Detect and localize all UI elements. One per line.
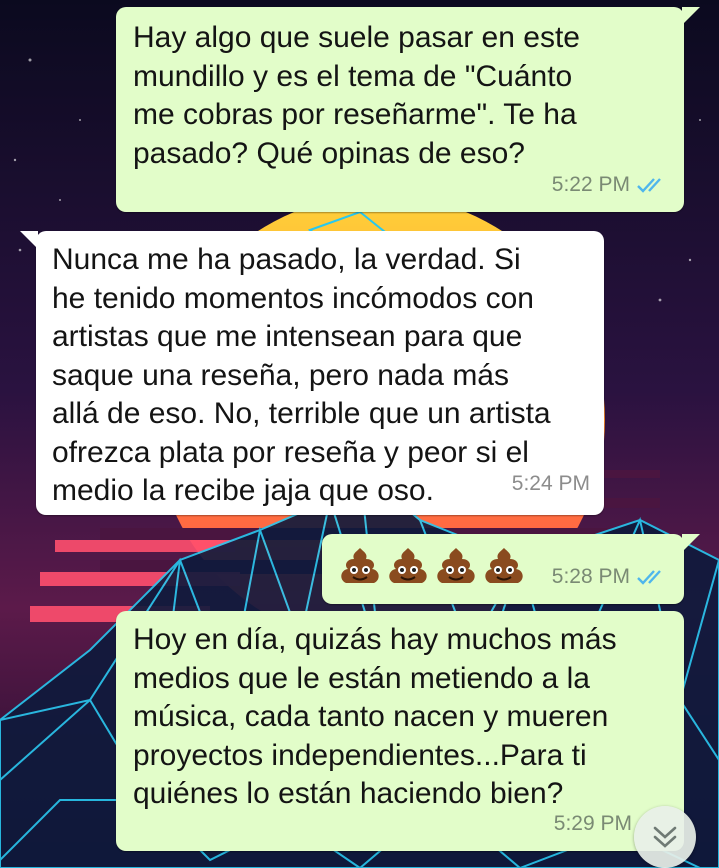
message-meta: 5:29 PM <box>554 805 632 844</box>
message-time: 5:24 PM <box>511 471 590 495</box>
pile-of-poo-emoji <box>341 548 379 583</box>
message-text: Hoy en día, quizás hay muchos más medios… <box>133 623 617 810</box>
pile-of-poo-emoji <box>485 548 523 583</box>
bubble-tail <box>682 534 700 552</box>
bubble-tail <box>682 7 700 25</box>
bubble-tail <box>20 231 38 249</box>
message-meta: 5:24 PM <box>512 465 590 504</box>
message-time: 5:22 PM <box>551 172 630 196</box>
double-chevron-down-icon <box>653 826 677 848</box>
double-check-icon <box>637 177 661 193</box>
message-time: 5:28 PM <box>551 564 630 588</box>
message-text: Hay algo que suele pasar en este mundill… <box>133 21 580 170</box>
pile-of-poo-emoji <box>389 548 427 583</box>
pile-of-poo-emoji <box>437 548 475 583</box>
message-time: 5:29 PM <box>553 811 632 835</box>
outgoing-message[interactable]: Hoy en día, quizás hay muchos más medios… <box>116 611 684 851</box>
message-meta: 5:28 PM <box>552 558 670 597</box>
emoji-row <box>338 546 526 586</box>
outgoing-message[interactable]: 5:28 PM <box>322 534 700 604</box>
double-check-icon <box>637 569 661 585</box>
scroll-to-bottom-button[interactable] <box>634 806 696 868</box>
message-meta: 5:22 PM <box>552 166 670 205</box>
outgoing-message[interactable]: Hay algo que suele pasar en este mundill… <box>116 7 700 212</box>
incoming-message[interactable]: Nunca me ha pasado, la verdad. Si he ten… <box>20 231 604 515</box>
